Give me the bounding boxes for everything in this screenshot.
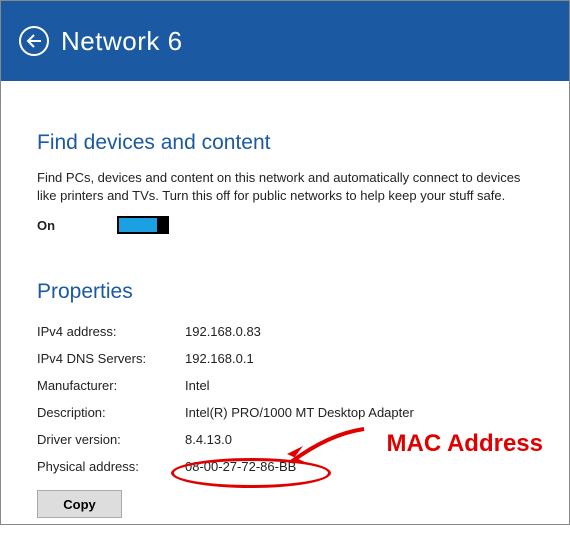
property-label: Manufacturer:	[37, 378, 185, 393]
find-devices-toggle-row: On	[37, 216, 533, 234]
copy-button[interactable]: Copy	[37, 490, 122, 518]
property-row: Driver version: 8.4.13.0	[37, 426, 533, 453]
find-devices-heading: Find devices and content	[37, 131, 533, 155]
property-row: IPv4 address: 192.168.0.83	[37, 318, 533, 345]
property-label: IPv4 DNS Servers:	[37, 351, 185, 366]
property-label: Description:	[37, 405, 185, 420]
property-label: Driver version:	[37, 432, 185, 447]
property-value: Intel(R) PRO/1000 MT Desktop Adapter	[185, 405, 414, 420]
property-row: IPv4 DNS Servers: 192.168.0.1	[37, 345, 533, 372]
toggle-thumb	[157, 218, 167, 232]
find-devices-description: Find PCs, devices and content on this ne…	[37, 169, 533, 204]
property-label: IPv4 address:	[37, 324, 185, 339]
find-devices-toggle[interactable]	[117, 216, 169, 234]
arrow-left-icon	[26, 34, 42, 48]
toggle-fill	[119, 218, 157, 232]
property-row: Description: Intel(R) PRO/1000 MT Deskto…	[37, 399, 533, 426]
window-header: Network 6	[1, 1, 569, 81]
content-area: Find devices and content Find PCs, devic…	[1, 81, 569, 538]
property-row: Manufacturer: Intel	[37, 372, 533, 399]
properties-heading: Properties	[37, 280, 533, 304]
property-value: Intel	[185, 378, 210, 393]
property-row: Physical address: 08-00-27-72-86-BB	[37, 453, 533, 480]
back-button[interactable]	[19, 26, 49, 56]
property-value: 192.168.0.83	[185, 324, 261, 339]
toggle-state-label: On	[37, 218, 117, 233]
property-value: 8.4.13.0	[185, 432, 232, 447]
page-title: Network 6	[61, 26, 183, 57]
property-label: Physical address:	[37, 459, 185, 474]
property-value: 192.168.0.1	[185, 351, 254, 366]
property-value: 08-00-27-72-86-BB	[185, 459, 296, 474]
properties-list: IPv4 address: 192.168.0.83 IPv4 DNS Serv…	[37, 318, 533, 480]
